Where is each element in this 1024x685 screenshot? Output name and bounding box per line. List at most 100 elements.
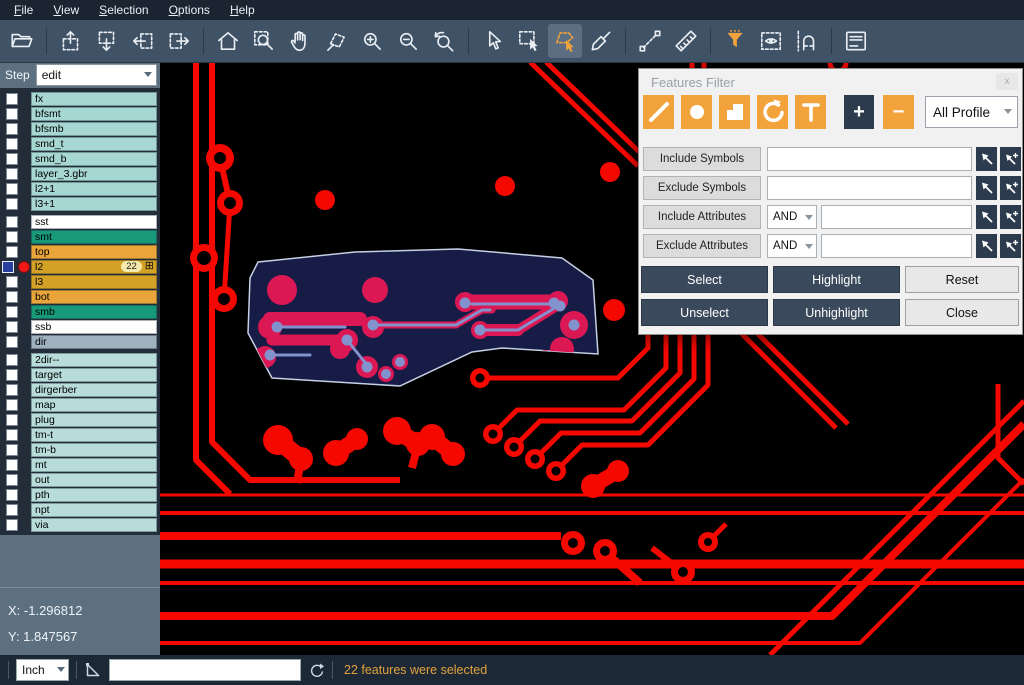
layer-row[interactable]: l3+1 bbox=[0, 196, 160, 211]
layer-visibility-checkbox[interactable] bbox=[6, 216, 18, 228]
layer-row[interactable]: dirgerber bbox=[0, 382, 160, 397]
scroll-up-button[interactable] bbox=[54, 24, 88, 58]
layer-visibility-checkbox[interactable] bbox=[6, 198, 18, 210]
layer-visibility-checkbox[interactable] bbox=[6, 444, 18, 456]
layer-name-chip[interactable]: bfsmt bbox=[31, 107, 157, 121]
select-button[interactable] bbox=[476, 24, 510, 58]
layer-visibility-checkbox[interactable] bbox=[6, 291, 18, 303]
layer-row[interactable]: smt bbox=[0, 229, 160, 244]
layer-name-chip[interactable]: l3+1 bbox=[31, 197, 157, 211]
menu-options[interactable]: Options bbox=[159, 1, 220, 20]
layer-visibility-checkbox[interactable] bbox=[6, 384, 18, 396]
layer-name-chip[interactable]: tm-b bbox=[31, 443, 157, 457]
layer-row[interactable]: map bbox=[0, 397, 160, 412]
command-input[interactable] bbox=[109, 659, 301, 681]
layer-name-chip[interactable]: ssb bbox=[31, 320, 157, 334]
layer-visibility-checkbox[interactable] bbox=[6, 246, 18, 258]
layer-row[interactable]: smb bbox=[0, 304, 160, 319]
pan-button[interactable] bbox=[283, 24, 317, 58]
dialog-close-button[interactable]: x bbox=[996, 73, 1018, 90]
unhighlight-button[interactable]: Unhighlight bbox=[773, 299, 900, 326]
home-view-button[interactable] bbox=[211, 24, 245, 58]
filter-text-button[interactable] bbox=[795, 95, 826, 129]
layer-visibility-checkbox[interactable] bbox=[6, 369, 18, 381]
layer-visibility-checkbox[interactable] bbox=[6, 231, 18, 243]
menu-view[interactable]: View bbox=[43, 1, 89, 20]
layer-row[interactable]: l222⊞ bbox=[0, 259, 160, 274]
menu-help[interactable]: Help bbox=[220, 1, 265, 20]
layer-name-chip[interactable]: npt bbox=[31, 503, 157, 517]
layer-row[interactable]: smd_b bbox=[0, 151, 160, 166]
layer-visibility-checkbox[interactable] bbox=[6, 414, 18, 426]
pick-symbol-button[interactable] bbox=[976, 176, 997, 200]
selection-polygon[interactable] bbox=[248, 249, 598, 386]
layer-name-chip[interactable]: top bbox=[31, 245, 157, 259]
filter-pad-button[interactable] bbox=[681, 95, 712, 129]
layer-row[interactable]: dir bbox=[0, 334, 160, 349]
layer-name-chip[interactable]: l2+1 bbox=[31, 182, 157, 196]
layer-visibility-checkbox[interactable] bbox=[6, 459, 18, 471]
zoom-selection-button[interactable] bbox=[319, 24, 353, 58]
layer-visibility-checkbox[interactable] bbox=[6, 321, 18, 333]
layer-visibility-checkbox[interactable] bbox=[6, 336, 18, 348]
layer-row[interactable]: bfsmt bbox=[0, 106, 160, 121]
layer-visibility-checkbox[interactable] bbox=[6, 474, 18, 486]
scroll-right-button[interactable] bbox=[162, 24, 196, 58]
layer-name-chip[interactable]: via bbox=[31, 518, 157, 532]
layer-visibility-checkbox[interactable] bbox=[2, 261, 14, 273]
include-symbols-button[interactable]: Include Symbols bbox=[643, 147, 761, 171]
layer-visibility-checkbox[interactable] bbox=[6, 519, 18, 531]
layer-name-chip[interactable]: map bbox=[31, 398, 157, 412]
include-attributes-button[interactable]: Include Attributes bbox=[643, 205, 761, 229]
layer-visibility-checkbox[interactable] bbox=[6, 168, 18, 180]
select-button[interactable]: Select bbox=[641, 266, 768, 293]
layer-visibility-checkbox[interactable] bbox=[6, 489, 18, 501]
pick-attribute-button[interactable] bbox=[976, 234, 997, 258]
step-select[interactable]: edit bbox=[36, 64, 157, 86]
layer-name-chip[interactable]: target bbox=[31, 368, 157, 382]
ruler-button[interactable] bbox=[669, 24, 703, 58]
unselect-button[interactable]: Unselect bbox=[641, 299, 768, 326]
layer-visibility-checkbox[interactable] bbox=[6, 354, 18, 366]
layer-grid-icon[interactable]: ⊞ bbox=[145, 261, 154, 272]
layer-row[interactable]: 2dir-- bbox=[0, 352, 160, 367]
layer-visibility-checkbox[interactable] bbox=[6, 153, 18, 165]
layer-row[interactable]: smd_t bbox=[0, 136, 160, 151]
layer-name-chip[interactable]: fx bbox=[31, 92, 157, 106]
layers-panel-button[interactable] bbox=[839, 24, 873, 58]
layer-row[interactable]: pth bbox=[0, 487, 160, 502]
layer-visibility-checkbox[interactable] bbox=[6, 429, 18, 441]
profile-select[interactable]: All Profile bbox=[925, 96, 1018, 128]
layer-row[interactable]: bfsmb bbox=[0, 121, 160, 136]
zoom-window-button[interactable] bbox=[247, 24, 281, 58]
include-attributes-input[interactable] bbox=[821, 205, 972, 229]
layer-visibility-checkbox[interactable] bbox=[6, 108, 18, 120]
menu-file[interactable]: File bbox=[4, 1, 43, 20]
layer-visibility-checkbox[interactable] bbox=[6, 123, 18, 135]
layer-row[interactable]: ssb bbox=[0, 319, 160, 334]
polarity-positive-button[interactable]: + bbox=[844, 95, 874, 129]
layer-row[interactable]: tm-b bbox=[0, 442, 160, 457]
include-attributes-operator-select[interactable]: AND bbox=[767, 205, 817, 229]
filter-arc-button[interactable] bbox=[757, 95, 788, 129]
exclude-attributes-button[interactable]: Exclude Attributes bbox=[643, 234, 761, 258]
menu-selection[interactable]: Selection bbox=[89, 1, 158, 20]
exclude-symbols-input[interactable] bbox=[767, 176, 972, 200]
clear-button[interactable] bbox=[584, 24, 618, 58]
layer-name-chip[interactable]: dirgerber bbox=[31, 383, 157, 397]
layer-name-chip[interactable]: smd_b bbox=[31, 152, 157, 166]
layer-row[interactable]: plug bbox=[0, 412, 160, 427]
layer-name-chip[interactable]: sst bbox=[31, 215, 157, 229]
pick-attribute-button[interactable] bbox=[976, 205, 997, 229]
filter-line-button[interactable] bbox=[643, 95, 674, 129]
layer-name-chip[interactable]: bot bbox=[31, 290, 157, 304]
layer-row[interactable]: via bbox=[0, 517, 160, 532]
layer-visibility-checkbox[interactable] bbox=[6, 93, 18, 105]
exclude-attributes-operator-select[interactable]: AND bbox=[767, 234, 817, 258]
show-hide-button[interactable] bbox=[754, 24, 788, 58]
exclude-attributes-input[interactable] bbox=[821, 234, 972, 258]
select-rectangle-button[interactable] bbox=[512, 24, 546, 58]
layer-visibility-checkbox[interactable] bbox=[6, 138, 18, 150]
reset-button[interactable]: Reset bbox=[905, 266, 1019, 293]
layer-row[interactable]: top bbox=[0, 244, 160, 259]
